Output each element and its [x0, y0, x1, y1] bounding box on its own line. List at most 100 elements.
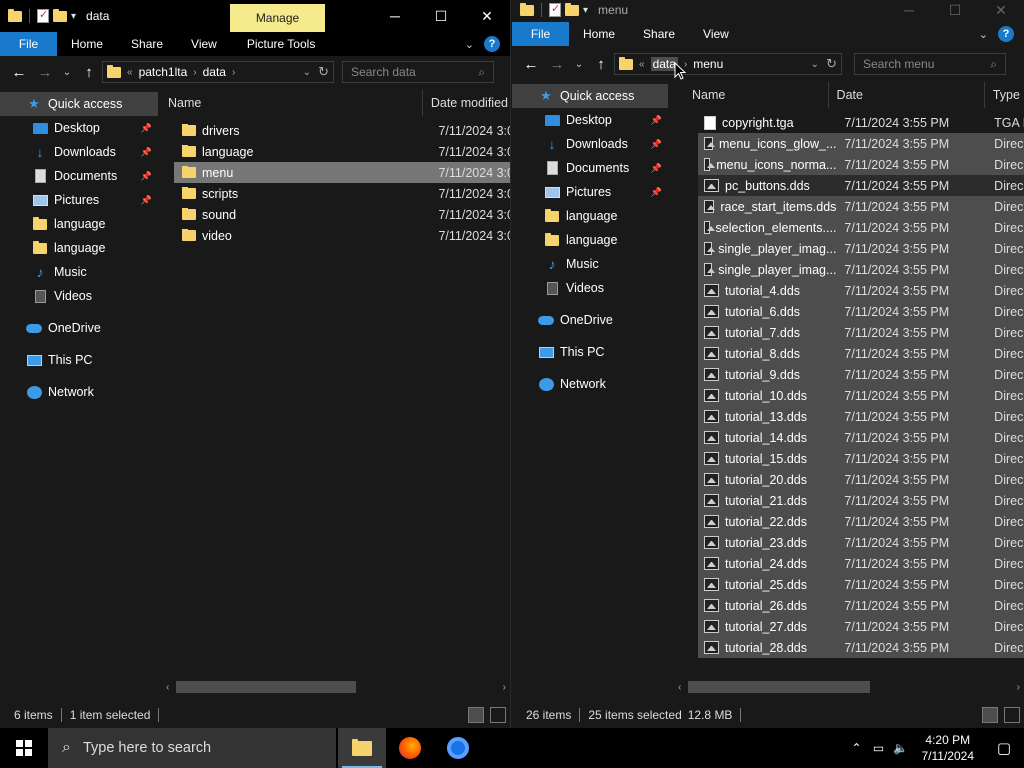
large-icons-view-button[interactable] [490, 707, 506, 723]
maximize-button[interactable]: ☐ [932, 0, 978, 20]
sidebar-item-network[interactable]: Network [512, 372, 668, 396]
list-item[interactable]: pc_buttons.dds 7/11/2024 3:55 PM Direc [698, 175, 1024, 196]
list-item[interactable]: menu 7/11/2024 3:0 [174, 162, 510, 183]
list-item[interactable]: tutorial_24.dds 7/11/2024 3:55 PM Direc [698, 553, 1024, 574]
list-item[interactable]: drivers 7/11/2024 3:0 [174, 120, 510, 141]
list-item[interactable]: tutorial_27.dds 7/11/2024 3:55 PM Direc [698, 616, 1024, 637]
firefox-taskbar-button[interactable] [386, 728, 434, 768]
tab-share[interactable]: Share [629, 22, 689, 46]
column-name[interactable]: Name [160, 90, 423, 116]
column-date-modified[interactable]: Date modified [423, 90, 510, 116]
list-item[interactable]: scripts 7/11/2024 3:0 [174, 183, 510, 204]
list-item[interactable]: tutorial_23.dds 7/11/2024 3:55 PM Direc [698, 532, 1024, 553]
tab-share[interactable]: Share [117, 32, 177, 56]
list-item[interactable]: tutorial_21.dds 7/11/2024 3:55 PM Direc [698, 490, 1024, 511]
scrollbar-thumb[interactable] [176, 681, 356, 693]
list-item[interactable]: tutorial_14.dds 7/11/2024 3:55 PM Direc [698, 427, 1024, 448]
sidebar-item-this-pc[interactable]: This PC [0, 348, 158, 372]
sidebar-item-language[interactable]: language [0, 236, 158, 260]
column-name[interactable]: Name [684, 82, 829, 108]
tab-home[interactable]: Home [57, 32, 117, 56]
minimize-button[interactable]: ─ [886, 0, 932, 20]
expand-ribbon-icon[interactable]: ⌄ [979, 28, 988, 41]
notifications-icon[interactable]: ▢ [984, 739, 1024, 757]
properties-icon[interactable] [37, 8, 49, 23]
tab-view[interactable]: View [689, 22, 743, 46]
clock[interactable]: 4:20 PM 7/11/2024 [912, 732, 985, 764]
tab-file[interactable]: File [0, 32, 57, 56]
close-button[interactable]: ✕ [978, 0, 1024, 20]
title-bar[interactable]: ▾ data Manage ─ ☐ ✕ [0, 0, 510, 32]
large-icons-view-button[interactable] [1004, 707, 1020, 723]
sidebar-item-language[interactable]: language [0, 212, 158, 236]
volume-muted-icon[interactable]: 🔈 [890, 741, 912, 755]
sidebar-item-quick-access[interactable]: ★ Quick access [512, 84, 668, 108]
sidebar-item-downloads[interactable]: ↓ Downloads 📌 [512, 132, 668, 156]
list-item[interactable]: menu_icons_glow_... 7/11/2024 3:55 PM Dire… [698, 133, 1024, 154]
new-folder-icon[interactable] [53, 8, 67, 22]
scroll-right-icon[interactable]: › [503, 682, 506, 693]
list-item[interactable]: copyright.tga 7/11/2024 3:55 PM TGA I [698, 112, 1024, 133]
list-item[interactable]: tutorial_4.dds 7/11/2024 3:55 PM Direc [698, 280, 1024, 301]
search-box[interactable]: Search menu ⌕ [854, 53, 1006, 75]
search-box[interactable]: Search data ⌕ [342, 61, 494, 83]
list-item[interactable]: tutorial_9.dds 7/11/2024 3:55 PM Direc [698, 364, 1024, 385]
list-item[interactable]: menu_icons_norma... 7/11/2024 3:55 PM Dire… [698, 154, 1024, 175]
list-item[interactable]: single_player_imag... 7/11/2024 3:55 PM Di… [698, 259, 1024, 280]
list-item[interactable]: tutorial_8.dds 7/11/2024 3:55 PM Direc [698, 343, 1024, 364]
sidebar-item-desktop[interactable]: Desktop 📌 [0, 116, 158, 140]
breadcrumb-patch1lta[interactable]: patch1lta [139, 65, 188, 79]
scroll-left-icon[interactable]: ‹ [166, 682, 169, 693]
details-view-button[interactable] [468, 707, 484, 723]
list-item[interactable]: tutorial_26.dds 7/11/2024 3:55 PM Direc [698, 595, 1024, 616]
sidebar-item-downloads[interactable]: ↓ Downloads 📌 [0, 140, 158, 164]
column-type[interactable]: Type [985, 82, 1024, 108]
list-item[interactable]: tutorial_15.dds 7/11/2024 3:55 PM Direc [698, 448, 1024, 469]
taskbar-search-box[interactable]: ⌕ Type here to search [48, 728, 336, 768]
sidebar-item-documents[interactable]: Documents 📌 [512, 156, 668, 180]
sidebar-item-videos[interactable]: Videos [0, 284, 158, 308]
manage-tab[interactable]: Manage [230, 4, 325, 32]
sidebar-item-desktop[interactable]: Desktop 📌 [512, 108, 668, 132]
chevron-right-icon[interactable]: › [193, 67, 196, 78]
list-item[interactable]: selection_elements.... 7/11/2024 3:55 PM D… [698, 217, 1024, 238]
details-view-button[interactable] [982, 707, 998, 723]
sidebar-item-documents[interactable]: Documents 📌 [0, 164, 158, 188]
recent-locations-button[interactable]: ⌄ [58, 67, 76, 78]
list-item[interactable]: tutorial_10.dds 7/11/2024 3:55 PM Direc [698, 385, 1024, 406]
list-item[interactable]: tutorial_28.dds 7/11/2024 3:55 PM Direc [698, 637, 1024, 658]
sidebar-item-music[interactable]: ♪ Music [0, 260, 158, 284]
up-button[interactable]: ↑ [588, 56, 614, 73]
list-item[interactable]: language 7/11/2024 3:0 [174, 141, 510, 162]
list-item[interactable]: video 7/11/2024 3:0 [174, 225, 510, 246]
sidebar-item-network[interactable]: Network [0, 380, 158, 404]
help-icon[interactable]: ? [998, 26, 1014, 42]
maximize-button[interactable]: ☐ [418, 0, 464, 32]
sidebar-item-onedrive[interactable]: OneDrive [0, 316, 158, 340]
expand-ribbon-icon[interactable]: ⌄ [465, 38, 474, 51]
customize-toolbar-icon[interactable]: ▾ [583, 5, 588, 16]
list-item[interactable]: tutorial_7.dds 7/11/2024 3:55 PM Direc [698, 322, 1024, 343]
column-date[interactable]: Date [829, 82, 985, 108]
back-button[interactable]: ← [518, 56, 544, 73]
forward-button[interactable]: → [544, 56, 570, 73]
minimize-button[interactable]: ─ [372, 0, 418, 32]
breadcrumb-menu[interactable]: menu [693, 57, 723, 71]
sidebar-item-language[interactable]: language [512, 228, 668, 252]
scrollbar-thumb[interactable] [688, 681, 870, 693]
file-explorer-taskbar-button[interactable] [338, 728, 386, 768]
breadcrumb-data[interactable]: data [203, 65, 226, 79]
tab-picture-tools[interactable]: Picture Tools [231, 32, 329, 56]
sidebar-item-quick-access[interactable]: ★ Quick access [0, 92, 158, 116]
sidebar-item-videos[interactable]: Videos [512, 276, 668, 300]
close-button[interactable]: ✕ [464, 0, 510, 32]
sidebar-item-pictures[interactable]: Pictures 📌 [512, 180, 668, 204]
horizontal-scrollbar[interactable]: ‹ › [670, 680, 1024, 694]
sidebar-item-onedrive[interactable]: OneDrive [512, 308, 668, 332]
tab-view[interactable]: View [177, 32, 231, 56]
address-bar[interactable]: « patch1lta › data › ⌄ ↻ [102, 61, 334, 83]
list-item[interactable]: tutorial_20.dds 7/11/2024 3:55 PM Direc [698, 469, 1024, 490]
recent-locations-button[interactable]: ⌄ [570, 59, 588, 70]
refresh-icon[interactable]: ↻ [826, 56, 837, 72]
help-icon[interactable]: ? [484, 36, 500, 52]
